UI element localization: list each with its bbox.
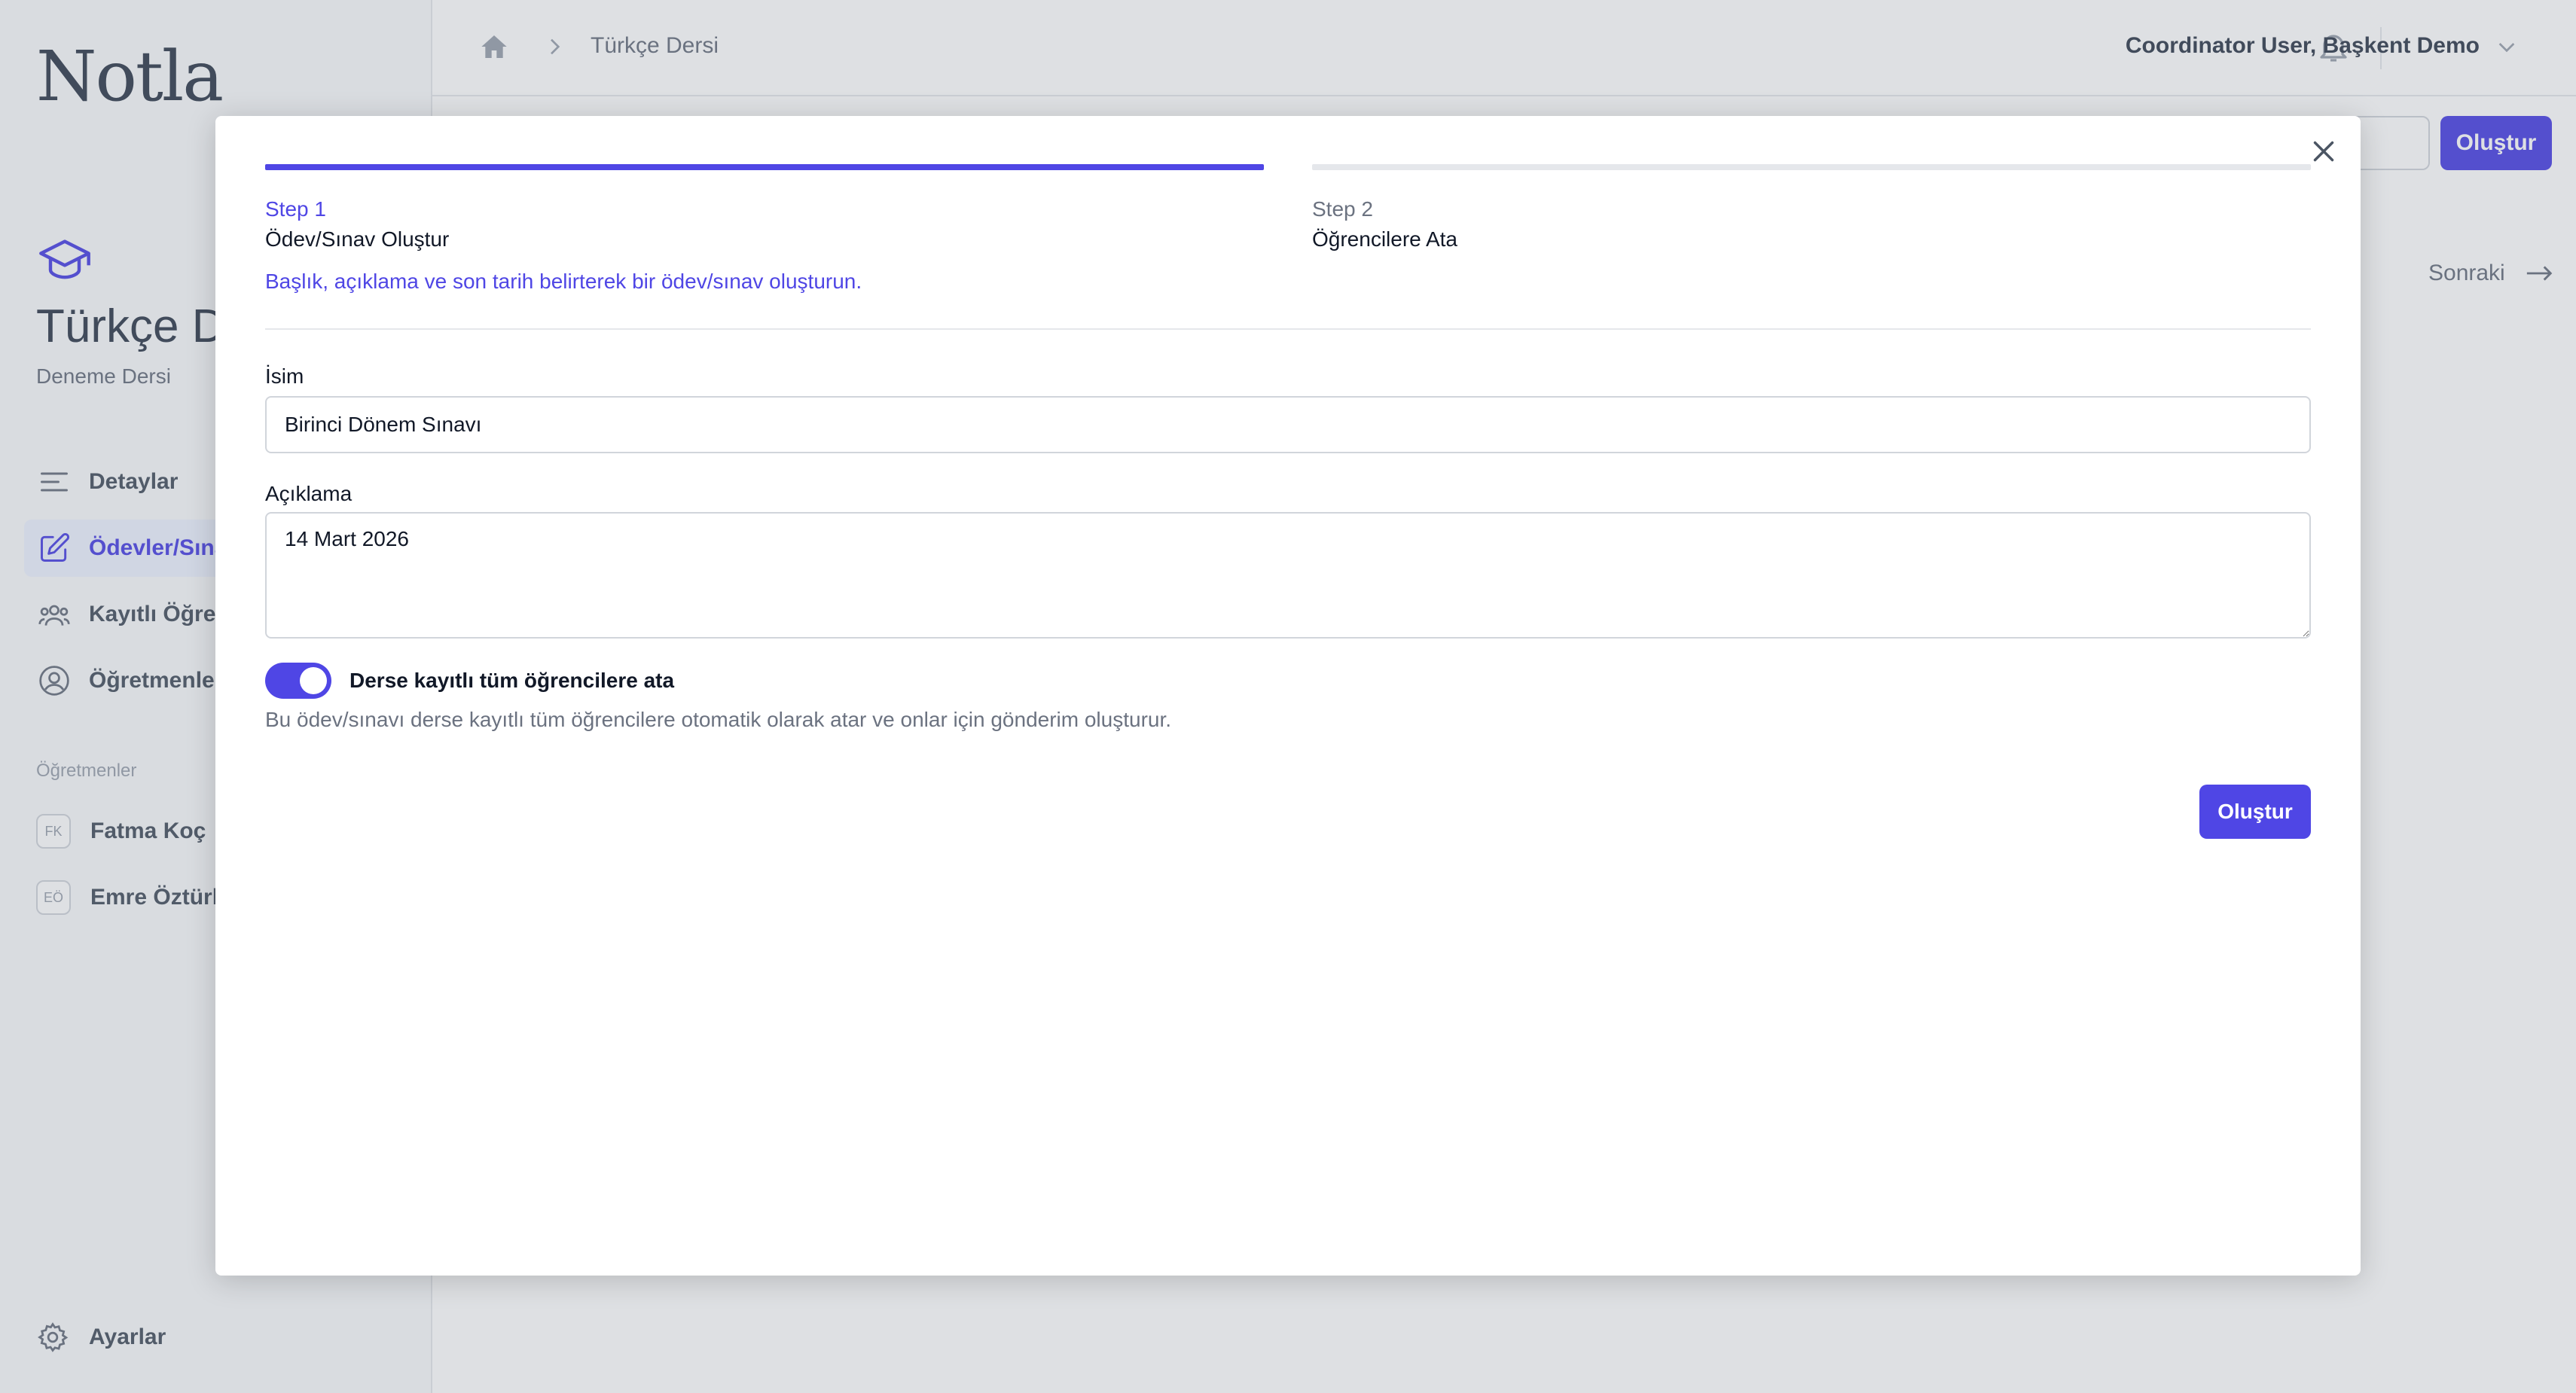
step-1-name: Ödev/Sınav Oluştur — [265, 227, 450, 251]
step-description: Başlık, açıklama ve son tarih belirterek… — [265, 270, 862, 293]
step-1-progress-bar — [265, 164, 1264, 170]
create-assignment-modal: Step 1 Ödev/Sınav Oluştur Step 2 Öğrenci… — [215, 116, 2361, 1276]
step-1-number[interactable]: Step 1 — [265, 197, 326, 221]
assign-all-label: Derse kayıtlı tüm öğrencilere ata — [349, 669, 675, 692]
description-textarea[interactable]: 14 Mart 2026 — [265, 512, 2311, 639]
close-icon[interactable] — [2306, 134, 2341, 169]
step-2-progress-bar — [1312, 164, 2311, 170]
name-label: İsim — [265, 364, 304, 388]
assign-all-help: Bu ödev/sınavı derse kayıtlı tüm öğrenci… — [265, 708, 1172, 731]
description-label: Açıklama — [265, 482, 353, 505]
toggle-knob — [300, 667, 327, 694]
step-2-name: Öğrencilere Ata — [1312, 227, 1457, 251]
assign-all-toggle[interactable] — [265, 663, 331, 699]
name-input[interactable] — [265, 396, 2311, 453]
modal-divider — [265, 328, 2311, 330]
step-2-number[interactable]: Step 2 — [1312, 197, 1373, 221]
create-button[interactable]: Oluştur — [2199, 785, 2311, 839]
